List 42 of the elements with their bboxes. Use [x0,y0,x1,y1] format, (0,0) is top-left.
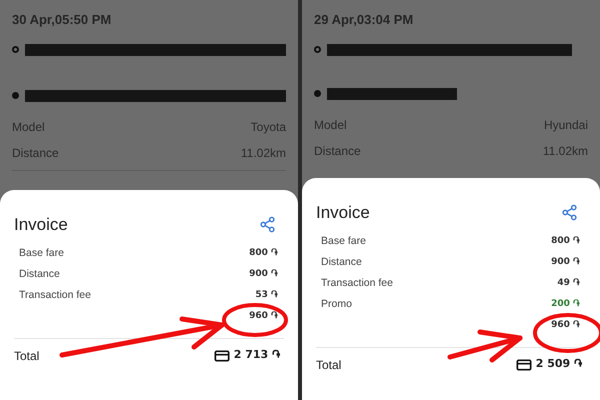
fee-amount: 800 ֏ [249,247,278,260]
fee-amount: 960 ֏ [551,319,580,332]
fee-label: Base fare [321,234,366,250]
fee-label: Promo [321,297,352,312]
share-icon[interactable] [259,216,276,234]
fee-label: Distance [321,255,362,270]
fee-amount: 49 ֏ [557,277,580,290]
start-point-icon [12,46,19,53]
total-label: Total [316,356,342,374]
share-icon[interactable] [561,204,578,222]
detail-value: Toyota [250,118,286,136]
detail-value: 11.02km [542,142,588,160]
fee-label: Base fare [19,246,64,262]
start-point-icon [314,46,321,53]
total-label: Total [14,348,40,364]
fee-amount: 53 ֏ [255,289,278,302]
circle-annotation [222,303,288,337]
card-icon [214,348,230,364]
invoice-title: Invoice [14,214,68,236]
end-point-icon [314,90,321,97]
fee-amount: 200 ֏ [551,298,580,312]
fee-amount: 800 ֏ [551,235,580,248]
card-icon [516,356,532,372]
fee-label: Distance [19,267,60,282]
fee-amount: 900 ֏ [551,256,580,270]
trip-date: 29 Apr,03:04 PM [314,11,414,29]
invoice-title: Invoice [316,202,370,224]
fee-amount: 900 ֏ [249,268,278,282]
detail-label: Distance [314,142,361,160]
detail-value: Hyundai [544,116,588,134]
detail-label: Distance [12,144,59,162]
total-amount: 2 509 ֏ [536,356,582,372]
fee-label: Transaction fee [321,276,393,292]
detail-label: Model [314,116,347,134]
detail-label: Model [12,118,45,136]
total-amount: 2 713 ֏ [234,347,280,364]
detail-value: 11.02km [240,144,286,162]
trip-date: 30 Apr,05:50 PM [12,11,112,29]
circle-annotation [533,313,600,353]
fee-label: Transaction fee [19,288,91,304]
fee-amount: 960 ֏ [249,310,278,324]
end-point-icon [12,92,19,99]
